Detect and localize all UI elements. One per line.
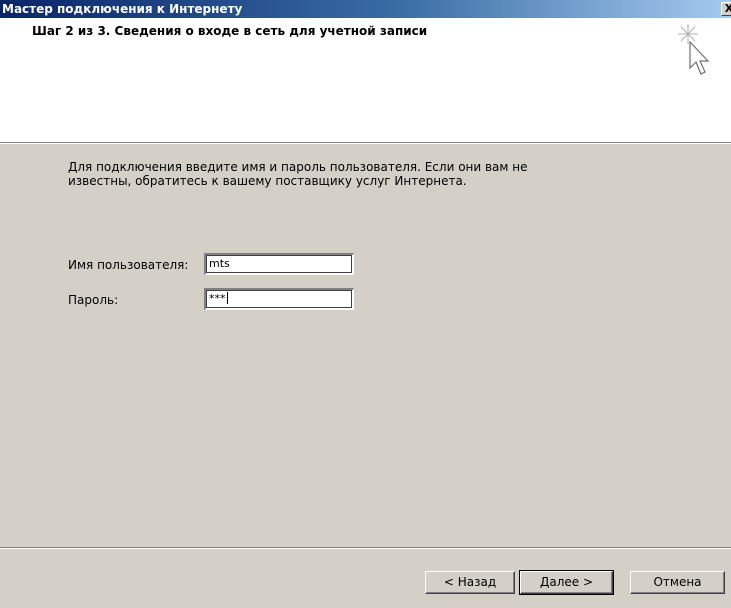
wizard-window: Мастер подключения к Интернету X Шаг 2 и…: [0, 0, 731, 608]
next-button[interactable]: Далее >: [519, 570, 614, 595]
username-label: Имя пользователя:: [68, 258, 189, 272]
username-input[interactable]: mts: [204, 253, 354, 275]
step-title: Шаг 2 из 3. Сведения о входе в сеть для …: [32, 24, 428, 38]
password-label: Пароль:: [68, 293, 119, 307]
wizard-header: Шаг 2 из 3. Сведения о входе в сеть для …: [0, 18, 731, 142]
close-icon: X: [724, 2, 731, 15]
footer-divider: [0, 547, 731, 549]
text-caret: [226, 292, 228, 304]
title-bar[interactable]: Мастер подключения к Интернету X: [0, 0, 731, 18]
password-value: ***: [209, 292, 226, 305]
instructions-text: Для подключения введите имя и пароль пол…: [68, 160, 628, 188]
window-title: Мастер подключения к Интернету: [2, 2, 243, 16]
instruction-line-2: известны, обратитесь к вашему поставщику…: [68, 174, 467, 188]
username-value: mts: [209, 257, 230, 270]
wizard-cursor-sparkle-icon: [678, 24, 710, 75]
back-button[interactable]: < Назад: [425, 571, 515, 594]
close-button[interactable]: X: [721, 2, 731, 16]
cancel-button[interactable]: Отмена: [630, 571, 725, 594]
header-divider: [0, 142, 731, 144]
password-input[interactable]: ***: [204, 288, 354, 310]
instruction-line-1: Для подключения введите имя и пароль пол…: [68, 160, 528, 174]
